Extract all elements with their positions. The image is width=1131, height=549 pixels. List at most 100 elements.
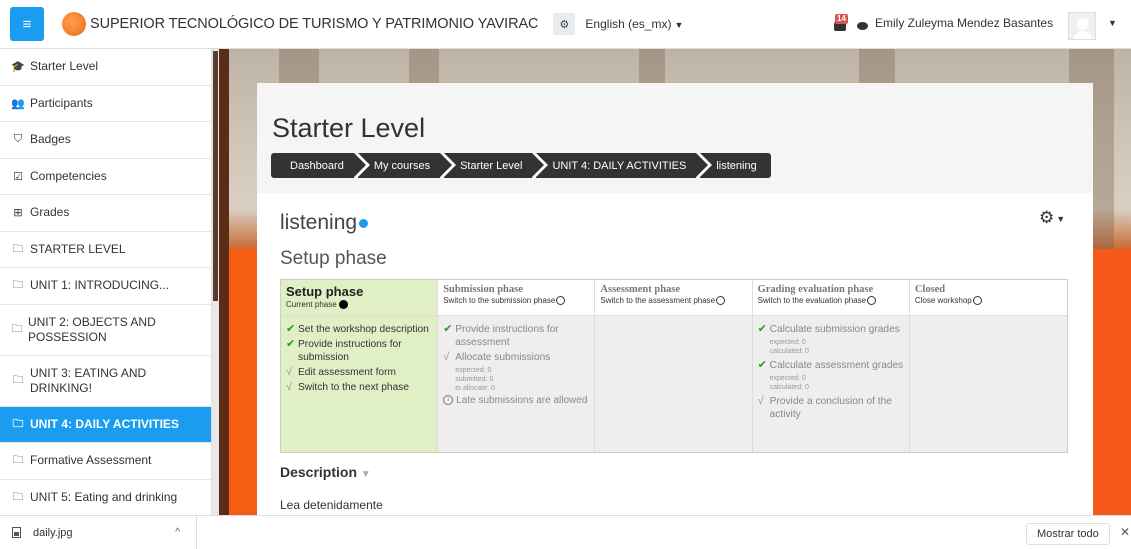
phase-grading-evaluation: Grading evaluation phase Switch to the e… [752,280,910,452]
breadcrumb-section[interactable]: UNIT 4: DAILY ACTIVITIES [536,153,709,178]
current-phase-indicator: Current phase [286,300,432,310]
help-icon[interactable] [359,218,369,228]
task-info: expected: 0 [769,375,806,382]
breadcrumb-dashboard[interactable]: Dashboard [271,153,366,178]
check-icon: ✔ [286,323,296,335]
task-label: Allocate submissions [455,352,551,363]
sidebar-item-label: UNIT 5: Eating and drinking [30,489,178,504]
page-header-card: Starter Level Dashboard My courses Start… [257,83,1093,193]
empty-circle-icon [716,296,726,306]
task-info: calculated: 0 [769,384,809,391]
task-label[interactable]: Provide instructions for submission [298,338,432,364]
sidebar-item-starter-section[interactable]: 🗀 STARTER LEVEL [0,232,211,268]
sidebar-item-unit-3[interactable]: 🗀 UNIT 3: EATING AND DRINKING! [0,356,211,407]
todo-check-icon: √ [443,351,450,363]
chevron-up-icon[interactable]: ^ [175,527,180,538]
sidebar-item-unit-2[interactable]: 🗀 UNIT 2: OBJECTS AND POSSESSION [0,305,211,356]
activity-settings-menu[interactable]: ⚙ ▼ [1039,208,1065,228]
caret-down-icon: ▼ [674,20,684,30]
sidebar-item-label: Competencies [30,168,107,183]
folder-icon: 🗀 [12,454,24,467]
course-sidebar: 🎓 Starter Level 👥 Participants ⛉ Badges ☑ Co… [0,49,212,515]
folder-icon: 🗀 [12,490,24,503]
empty-circle-icon [972,296,982,306]
switch-phase-button[interactable]: Switch to the evaluation phase [757,296,904,306]
task-label: Calculate assessment grades [769,360,904,371]
sidebar-item-grades[interactable]: ⊞ Grades [0,195,211,232]
page-title: Starter Level [272,113,426,143]
user-menu-caret-icon[interactable]: ▼ [1108,18,1117,28]
late-submissions-note: i Late submissions are allowed [443,395,589,406]
phase-closed: Closed Close workshop [909,280,1068,452]
main-content: listening ⚙ ▼ Setup phase Setup phase Cur… [257,193,1093,515]
avatar[interactable] [1068,12,1096,40]
sidebar-item-unit-1[interactable]: 🗀 UNIT 1: INTRODUCING... [0,268,211,305]
sidebar-item-label: Starter Level [30,59,99,74]
sidebar-item-formative-assessment[interactable]: 🗀 Formative Assessment [0,443,211,480]
folder-icon: 🗀 [12,242,24,255]
gears-icon[interactable]: ⚙ [553,13,576,35]
file-icon [12,527,21,538]
task-label[interactable]: Edit assessment form [298,366,396,379]
switch-phase-button[interactable]: Switch to the assessment phase [600,296,746,306]
switch-phase-button[interactable]: Close workshop [914,296,1062,306]
sidebar-item-label: UNIT 3: EATING AND DRINKING! [29,365,147,395]
hamburger-icon[interactable]: ≡ [10,7,44,41]
gear-icon: ⚙ [1039,208,1055,227]
sidebar-item-label: Formative Assessment [30,453,152,468]
shield-icon: ⛉ [13,133,23,146]
task-item: ✔ Set the workshop description [286,323,432,336]
notifications-button[interactable]: 14 [834,14,848,33]
phase-switch-label: Switch to the evaluation phase [757,296,867,305]
task-item: √ Allocate submissions [443,351,589,364]
phase-name: Submission phase [443,284,523,295]
caret-down-icon: ▼ [360,469,371,480]
task-label[interactable]: Set the workshop description [298,323,429,336]
sidebar-item-unit-4[interactable]: 🗀 UNIT 4: DAILY ACTIVITIES [0,406,211,443]
download-item[interactable]: daily.jpg ^ [12,515,197,549]
phase-switch-label: Close workshop [914,296,972,305]
folder-icon: 🗀 [12,279,24,292]
show-all-button[interactable]: Mostrar todo [1026,523,1110,545]
check-icon: ✔ [286,338,296,350]
check-icon: ✔ [757,359,767,371]
download-bar: daily.jpg ^ Mostrar todo ✕ [0,515,1131,549]
breadcrumb-activity[interactable]: listening [700,153,771,178]
user-name[interactable]: Emily Zuleyma Mendez Basantes [875,16,1053,30]
language-menu[interactable]: English (es_mx) ▼ [585,17,683,31]
caret-down-icon: ▼ [1056,213,1066,224]
sidebar-item-unit-5[interactable]: 🗀 UNIT 5: Eating and drinking [0,480,211,516]
phase-name: Setup phase [286,284,364,299]
table-icon: ⊞ [13,207,23,220]
sidebar-item-participants[interactable]: 👥 Participants [0,86,211,122]
sidebar-item-label: Badges [30,132,71,147]
users-icon: 👥 [11,97,25,110]
switch-phase-button[interactable]: Switch to the submission phase [443,296,589,306]
task-info: expected: 0 [455,367,492,374]
messages-icon[interactable] [857,22,868,30]
task-label[interactable]: Switch to the next phase [298,381,409,394]
sidebar-item-starter-level[interactable]: 🎓 Starter Level [0,49,211,86]
sidebar-item-competencies[interactable]: ☑ Competencies [0,159,211,195]
phase-assessment: Assessment phase Switch to the assessmen… [595,280,753,452]
todo-check-icon: √ [757,395,764,407]
breadcrumb-my-courses[interactable]: My courses [357,153,453,178]
sidebar-scrollbar[interactable] [212,49,219,515]
info-icon: i [443,395,454,405]
task-info: calculated: 0 [769,348,809,355]
task-item: √ Switch to the next phase [286,381,432,394]
check-icon: ✔ [757,323,767,335]
sidebar-item-label: STARTER LEVEL [30,241,126,256]
phase-switch-label: Switch to the submission phase [443,296,556,305]
background-edge [219,49,229,515]
scrollbar-thumb[interactable] [213,51,218,301]
site-logo[interactable] [62,12,86,36]
breadcrumb-course[interactable]: Starter Level [444,153,545,178]
activity-title: listening [280,211,369,235]
description-toggle[interactable]: Description ▼ [280,464,371,480]
site-name[interactable]: SUPERIOR TECNOLÓGICO DE TURISMO Y PATRIM… [90,16,539,32]
close-icon[interactable]: ✕ [1120,525,1130,539]
breadcrumb: Dashboard My courses Starter Level UNIT … [271,153,775,178]
sidebar-item-badges[interactable]: ⛉ Badges [0,122,211,159]
graduation-cap-icon: 🎓 [11,61,25,74]
